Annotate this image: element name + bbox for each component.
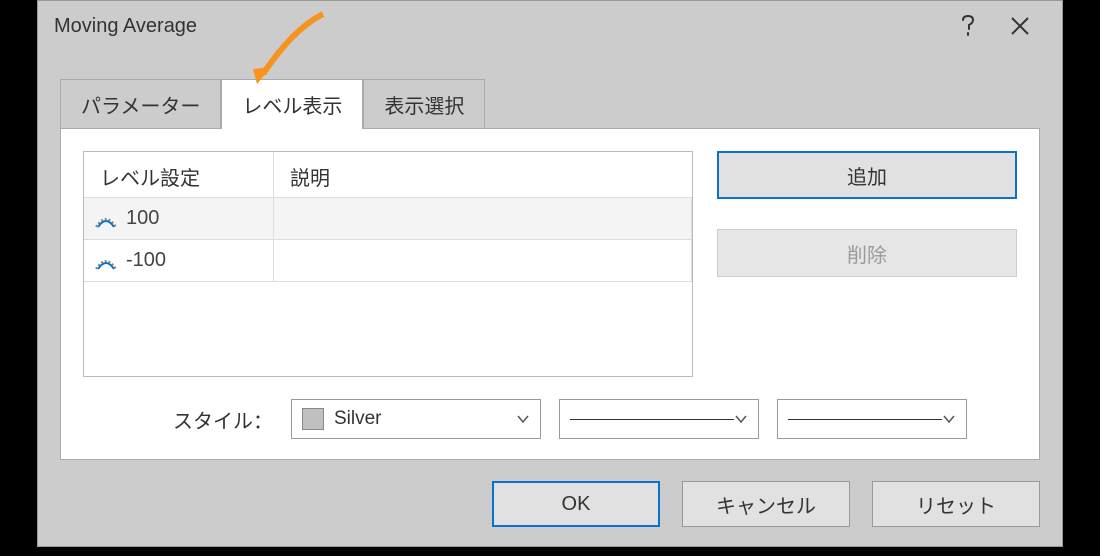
color-swatch-icon [302, 408, 324, 430]
close-button[interactable] [994, 1, 1046, 51]
color-combo[interactable]: Silver [291, 399, 541, 439]
chevron-down-icon [942, 414, 956, 424]
column-header-desc[interactable]: 説明 [274, 152, 692, 198]
ok-button[interactable]: OK [492, 481, 660, 527]
tab-content: レベル設定 説明 100 [60, 128, 1040, 460]
arc-icon [94, 212, 118, 226]
color-name: Silver [334, 408, 382, 430]
dialog-title: Moving Average [54, 15, 942, 38]
table-header-row: レベル設定 説明 [84, 152, 692, 198]
tab-bar: パラメーター レベル表示 表示選択 [38, 51, 1062, 129]
chevron-down-icon [516, 414, 530, 424]
delete-button: 削除 [717, 229, 1017, 277]
table-row[interactable]: 100 [84, 198, 692, 240]
dialog-window: Moving Average パラメーター レベル表示 表示選択 レベル設定 説… [37, 0, 1063, 547]
tab-visualization[interactable]: 表示選択 [363, 79, 485, 129]
cell-level: -100 [84, 240, 274, 282]
cell-desc [274, 240, 692, 282]
style-label: スタイル： [173, 405, 273, 434]
arc-icon [94, 254, 118, 268]
cancel-button[interactable]: キャンセル [682, 481, 850, 527]
table-row[interactable]: -100 [84, 240, 692, 282]
line-sample-icon [570, 419, 734, 420]
line-sample-icon [788, 419, 942, 420]
levels-table: レベル設定 説明 100 [83, 151, 693, 377]
level-value: 100 [126, 207, 159, 230]
tab-levels[interactable]: レベル表示 [221, 79, 363, 129]
line-style-combo[interactable] [559, 399, 759, 439]
titlebar: Moving Average [38, 1, 1062, 51]
style-row: スタイル： Silver [83, 399, 1017, 439]
cell-desc [274, 198, 692, 240]
column-header-level[interactable]: レベル設定 [84, 152, 274, 198]
level-value: -100 [126, 249, 166, 272]
dialog-footer: OK キャンセル リセット [38, 461, 1062, 547]
help-button[interactable] [942, 1, 994, 51]
line-width-combo[interactable] [777, 399, 967, 439]
cell-level: 100 [84, 198, 274, 240]
add-button[interactable]: 追加 [717, 151, 1017, 199]
reset-button[interactable]: リセット [872, 481, 1040, 527]
tab-parameters[interactable]: パラメーター [60, 79, 221, 129]
chevron-down-icon [734, 414, 748, 424]
